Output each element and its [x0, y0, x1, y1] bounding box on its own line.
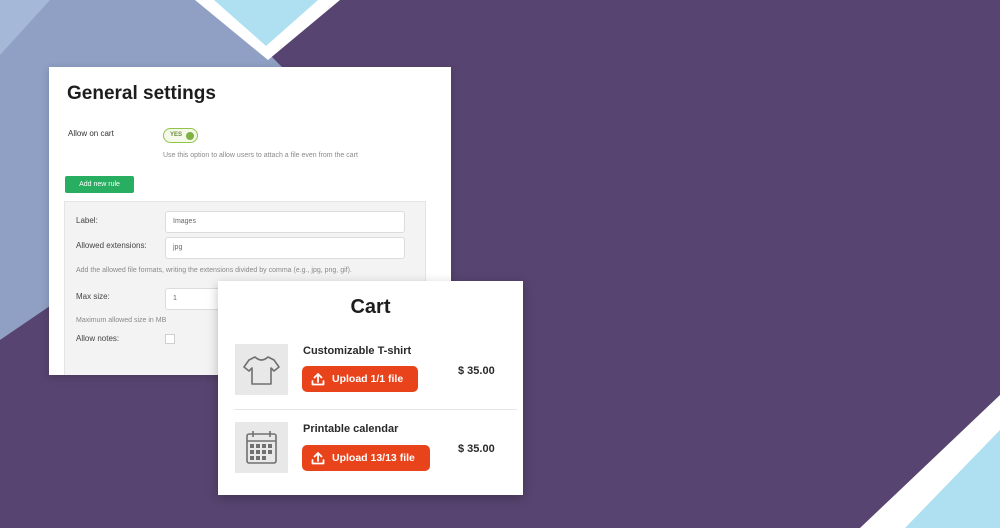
toggle-knob [186, 132, 194, 140]
upload-icon [311, 452, 325, 465]
label-field-label: Label: [76, 216, 98, 225]
cart-item-price: $ 35.00 [458, 365, 495, 377]
max-size-input[interactable]: 1 [165, 288, 225, 310]
allow-on-cart-toggle[interactable]: YES [163, 128, 198, 143]
cart-title: Cart [350, 296, 391, 318]
cart-item-price: $ 35.00 [458, 443, 495, 455]
cart-item-name: Customizable T-shirt [303, 345, 412, 357]
upload-button-label: Upload 1/1 file [332, 373, 404, 385]
extensions-input[interactable]: jpg [165, 237, 405, 259]
add-new-rule-button[interactable]: Add new rule [65, 176, 134, 193]
max-size-help: Maximum allowed size in MB [76, 317, 167, 324]
settings-title: General settings [67, 83, 216, 104]
allow-notes-label: Allow notes: [76, 334, 120, 343]
max-size-label: Max size: [76, 292, 110, 301]
allow-on-cart-help: Use this option to allow users to attach… [163, 152, 358, 159]
upload-file-button[interactable]: Upload 13/13 file [302, 445, 430, 471]
extensions-help: Add the allowed file formats, writing th… [76, 267, 352, 274]
cart-item-name: Printable calendar [303, 423, 399, 435]
upload-icon [311, 373, 325, 386]
cart-divider [234, 409, 517, 410]
label-input[interactable]: Images [165, 211, 405, 233]
calendar-icon [235, 422, 288, 473]
toggle-value: YES [170, 132, 183, 138]
allow-on-cart-label: Allow on cart [68, 129, 114, 138]
tshirt-icon [235, 344, 288, 395]
upload-file-button[interactable]: Upload 1/1 file [302, 366, 418, 392]
extensions-field-label: Allowed extensions: [76, 241, 147, 250]
cart-panel: Cart Customizable T-shirt Upload 1/1 fil… [218, 281, 523, 495]
upload-button-label: Upload 13/13 file [332, 452, 415, 464]
allow-notes-checkbox[interactable] [165, 334, 175, 344]
